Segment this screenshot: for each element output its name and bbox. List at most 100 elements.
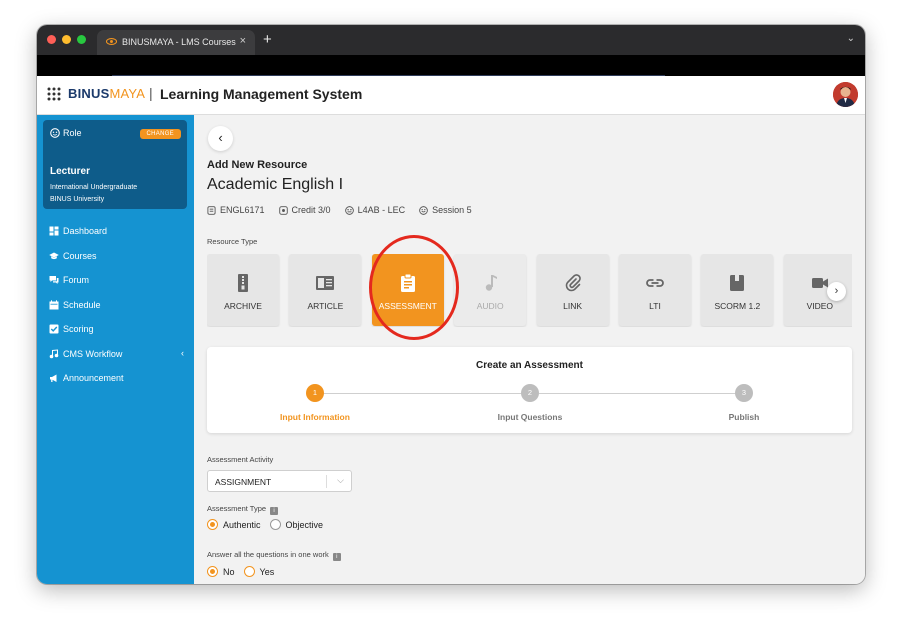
maximize-window-button[interactable] — [77, 35, 86, 44]
chevron-down-icon: ⌵ — [337, 475, 344, 485]
role-university: BINUS University — [50, 196, 105, 203]
browser-tab[interactable]: BINUSMAYA - LMS Courses × — [97, 30, 255, 55]
user-avatar[interactable] — [833, 82, 858, 107]
radio-option-no[interactable]: No — [207, 566, 235, 577]
binusmaya-logo[interactable]: BINUSMAYA — [68, 86, 145, 101]
step-3-label: Publish — [728, 412, 760, 422]
brand-main-text: BINUS — [68, 86, 110, 101]
radio-label: Authentic — [223, 519, 261, 530]
tab-menu-chevron-icon[interactable]: ⌄ — [847, 33, 855, 44]
role-face-icon — [50, 128, 60, 138]
course-code-text: ENGL6171 — [220, 205, 265, 215]
resource-type-label: Resource Type — [207, 237, 258, 246]
stepper-title: Create an Assessment — [476, 360, 583, 371]
article-icon — [316, 276, 335, 290]
resource-type-link[interactable]: LINK — [536, 254, 609, 326]
page-title: Learning Management System — [160, 86, 363, 102]
course-name: Academic English I — [207, 176, 344, 193]
sidebar-item-schedule[interactable]: Schedule — [49, 293, 184, 318]
radio-option-yes[interactable]: Yes — [243, 566, 275, 577]
radio-objective[interactable] — [269, 519, 281, 530]
radio-option-objective[interactable]: Objective — [269, 519, 324, 530]
graduation-cap-icon — [49, 252, 59, 259]
scroll-right-button[interactable]: › — [827, 282, 846, 301]
select-divider — [326, 475, 327, 488]
highlight-annotation-circle — [369, 235, 459, 340]
binusmaya-favicon-icon — [106, 38, 117, 45]
credit-icon — [278, 205, 288, 215]
course-code: ENGL6171 — [207, 205, 265, 215]
checkbox-icon — [49, 324, 59, 334]
sidebar-item-label: Schedule — [63, 299, 101, 310]
address-bar — [37, 55, 865, 76]
chat-icon — [49, 276, 59, 285]
radio-label: Yes — [259, 566, 275, 577]
sidebar-menu: Dashboard Courses Forum Schedule Scoring… — [49, 219, 184, 391]
step-connector — [323, 393, 531, 394]
resource-type-audio[interactable]: AUDIO — [454, 254, 527, 326]
close-window-button[interactable] — [47, 35, 56, 44]
resource-type-label: LINK — [563, 301, 583, 311]
course-credit: Credit 3/0 — [278, 205, 331, 215]
info-icon[interactable]: i — [270, 507, 279, 515]
radio-no[interactable] — [207, 566, 218, 577]
assessment-activity-select[interactable]: ASSIGNMENT ⌵ — [207, 470, 352, 492]
role-institution: International Undergraduate BINUS Univer… — [50, 182, 137, 206]
sidebar-item-forum[interactable]: Forum — [49, 268, 184, 293]
tab-close-icon[interactable]: × — [240, 35, 246, 47]
info-icon[interactable]: i — [332, 553, 341, 561]
chevron-left-icon[interactable]: ‹ — [181, 348, 184, 358]
radio-label: Objective — [285, 519, 324, 530]
sidebar-item-label: Announcement — [63, 373, 124, 384]
role-card: Role CHANGE Lecturer International Under… — [43, 120, 187, 209]
course-meta: ENGL6171 Credit 3/0 L4AB - LEC Session 5 — [207, 205, 486, 215]
sidebar-item-cms-workflow[interactable]: CMS Workflow ‹ — [49, 342, 184, 367]
package-icon — [730, 275, 745, 291]
resource-type-lti[interactable]: LTI — [619, 254, 691, 326]
resource-type-archive[interactable]: ARCHIVE — [207, 254, 279, 326]
step-2-circle: 2 — [521, 384, 539, 402]
role-label: Role — [63, 128, 82, 138]
workflow-icon — [49, 349, 59, 359]
resource-type-label: ARCHIVE — [224, 301, 262, 311]
sidebar-item-announcement[interactable]: Announcement — [49, 366, 184, 391]
sidebar-item-courses[interactable]: Courses — [49, 244, 184, 269]
radio-yes[interactable] — [243, 566, 255, 577]
change-role-button[interactable]: CHANGE — [139, 129, 181, 139]
sidebar-item-label: Forum — [63, 275, 90, 286]
course-class-text: L4AB - LEC — [357, 205, 406, 215]
session-icon — [419, 205, 428, 215]
sidebar-item-label: Scoring — [63, 324, 94, 335]
radio-option-authentic[interactable]: Authentic — [207, 519, 261, 530]
course-session: Session 5 — [419, 205, 472, 215]
calendar-icon — [49, 300, 59, 310]
resource-type-label: AUDIO — [476, 301, 504, 311]
minimize-window-button[interactable] — [62, 35, 71, 44]
group-icon — [344, 205, 354, 215]
resource-type-article[interactable]: ARTICLE — [289, 254, 362, 326]
role-program: International Undergraduate — [50, 184, 138, 191]
music-note-icon — [485, 275, 498, 291]
assessment-type-label-text: Assessment Type — [207, 504, 267, 513]
resource-type-list: ARCHIVE ARTICLE ASSESSMENT AUDIO LINK LT… — [207, 254, 852, 327]
step-3-circle: 3 — [735, 384, 753, 402]
sidebar-item-scoring[interactable]: Scoring — [49, 317, 184, 342]
main-content: ‹ Add New Resource Academic English I EN… — [194, 115, 865, 584]
radio-authentic[interactable] — [207, 519, 218, 530]
app-grid-icon[interactable] — [47, 87, 61, 101]
resource-type-label: SCORM 1.2 — [714, 301, 761, 311]
brand-separator: | — [149, 85, 153, 101]
archive-icon — [238, 274, 248, 292]
book-icon — [207, 205, 216, 215]
megaphone-icon — [50, 374, 57, 383]
one-work-label-text: Answer all the questions in one work — [207, 550, 329, 559]
resource-type-scorm[interactable]: SCORM 1.2 — [701, 254, 774, 326]
sidebar-item-dashboard[interactable]: Dashboard — [49, 219, 184, 244]
person-icon — [833, 82, 858, 107]
sidebar-item-label: Courses — [63, 250, 97, 261]
assessment-activity-value: ASSIGNMENT — [215, 477, 272, 487]
resource-type-label: VIDEO — [806, 301, 834, 311]
back-button[interactable]: ‹ — [208, 126, 233, 151]
dashboard-icon — [49, 226, 59, 236]
new-tab-button[interactable]: + — [263, 30, 272, 50]
